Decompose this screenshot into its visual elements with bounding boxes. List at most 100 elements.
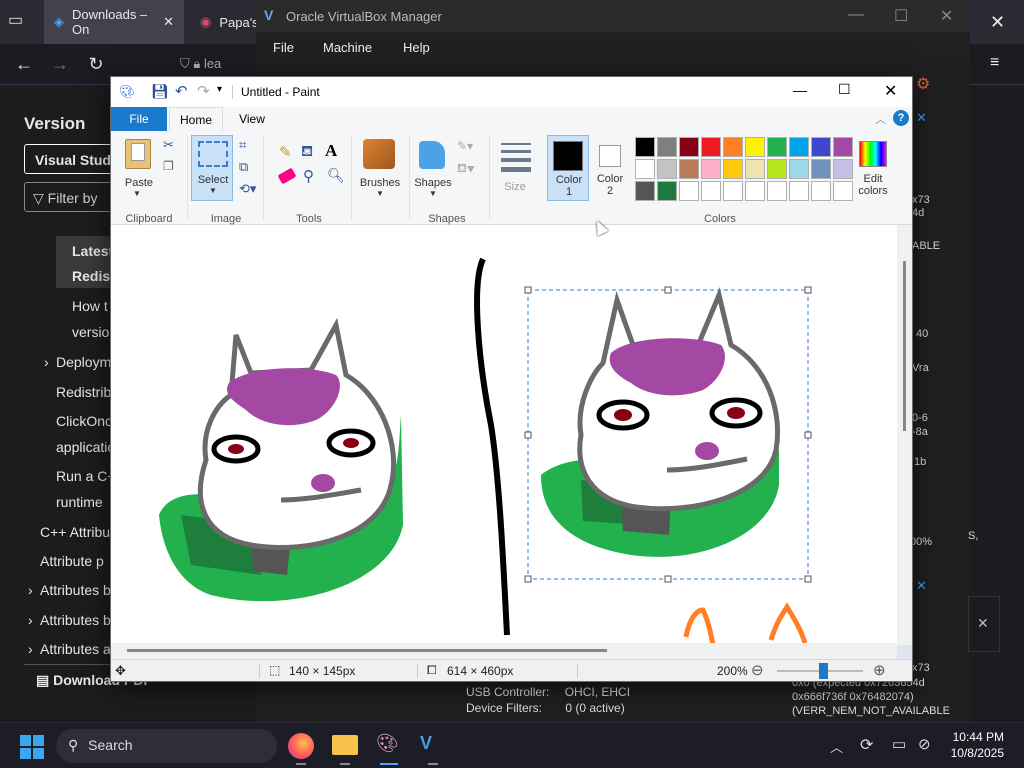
drawing-canvas[interactable] (111, 225, 897, 659)
palette-swatch[interactable] (767, 159, 787, 179)
start-button[interactable] (20, 735, 44, 759)
paint-taskbar-icon[interactable]: 🎨︎ (376, 733, 402, 759)
scroll-thumb[interactable] (903, 261, 906, 431)
scroll-thumb[interactable] (127, 649, 607, 652)
pencil-icon[interactable]: ✎ (279, 143, 292, 161)
color-picker-icon[interactable]: ⚲ (303, 167, 314, 185)
nav-item[interactable]: Attributes b (40, 612, 111, 628)
palette-swatch[interactable] (679, 159, 699, 179)
save-icon[interactable]: 💾︎ (151, 83, 169, 100)
palette-swatch[interactable] (833, 137, 853, 157)
palette-swatch[interactable] (701, 159, 721, 179)
palette-swatch[interactable] (767, 181, 787, 201)
minimize-icon[interactable]: — (793, 82, 807, 98)
close-details-icon[interactable]: ✕ (916, 578, 927, 594)
nav-item[interactable]: Attributes a (40, 641, 111, 657)
palette-swatch[interactable] (657, 137, 677, 157)
nav-item[interactable]: Attributes b (40, 582, 111, 598)
palette-swatch[interactable] (811, 159, 831, 179)
horizontal-scrollbar[interactable] (111, 643, 897, 659)
chevron-right-icon[interactable]: › (28, 641, 33, 657)
palette-swatch[interactable] (635, 159, 655, 179)
menu-icon[interactable]: ≡ (990, 54, 999, 72)
tab-home[interactable]: Home (169, 107, 223, 132)
maximize-icon[interactable]: ☐ (894, 6, 908, 26)
chevron-right-icon[interactable]: › (28, 612, 33, 628)
resize-icon[interactable]: ⧉ (239, 159, 248, 175)
palette-swatch[interactable] (745, 137, 765, 157)
nav-item[interactable]: applicatio (56, 439, 115, 455)
zoom-slider-thumb[interactable] (819, 663, 828, 679)
palette-swatch[interactable] (767, 137, 787, 157)
text-icon[interactable]: A (325, 141, 337, 161)
reload-icon[interactable]: ↻ (80, 48, 112, 80)
close-icon[interactable]: ✕ (884, 81, 897, 101)
palette-swatch[interactable] (723, 181, 743, 201)
palette-swatch[interactable] (679, 181, 699, 201)
edit-colors-button[interactable]: Edit colors (853, 135, 893, 201)
zoom-in-icon[interactable]: ⊕ (873, 661, 886, 679)
vertical-scrollbar[interactable] (897, 225, 912, 645)
fill-shape-icon[interactable]: ⛾▾ (457, 161, 475, 177)
palette-swatch[interactable] (745, 159, 765, 179)
paste-button[interactable]: Paste ▼ (119, 135, 155, 205)
tray-chevron-icon[interactable]: ︿ (830, 737, 843, 756)
menu-file[interactable]: File (273, 40, 294, 55)
cut-icon[interactable]: ✂ (163, 137, 174, 153)
palette-swatch[interactable] (635, 137, 655, 157)
firefox-icon[interactable] (288, 733, 314, 759)
palette-swatch[interactable] (723, 137, 743, 157)
palette-swatch[interactable] (679, 137, 699, 157)
close-details-icon[interactable]: ✕ (916, 110, 927, 126)
help-icon[interactable]: ? (893, 110, 909, 126)
close-icon[interactable]: ✕ (163, 14, 174, 30)
magnifier-icon[interactable]: 🔍︎ (327, 167, 345, 184)
palette-swatch[interactable] (635, 181, 655, 201)
crop-icon[interactable]: ⌗ (239, 137, 246, 153)
nav-item[interactable]: C++ Attribu (40, 524, 110, 540)
color2-button[interactable]: Color 2 (591, 135, 629, 201)
nav-item[interactable]: Run a C+ (56, 468, 116, 484)
palette-swatch[interactable] (789, 137, 809, 157)
select-button[interactable]: Select ▼ (191, 135, 233, 201)
palette-swatch[interactable] (701, 181, 721, 201)
address-bar[interactable]: ⛉ 🔒︎ lea (176, 50, 256, 78)
palette-swatch[interactable] (657, 159, 677, 179)
forward-icon[interactable]: → (44, 48, 76, 80)
copy-icon[interactable]: ❐ (163, 159, 174, 173)
nav-item[interactable]: Redist (72, 268, 115, 284)
palette-swatch[interactable] (789, 159, 809, 179)
redo-icon[interactable]: ↷ (197, 82, 210, 100)
chevron-right-icon[interactable]: › (44, 354, 49, 370)
palette-swatch[interactable] (811, 137, 831, 157)
tab-file[interactable]: File (111, 107, 167, 131)
palette-swatch[interactable] (811, 181, 831, 201)
palette-swatch[interactable] (789, 181, 809, 201)
scrollbar[interactable] (970, 120, 998, 500)
taskbar-search[interactable]: ⚲ Search (56, 729, 277, 763)
tab-overview-icon[interactable]: ▭ (8, 10, 32, 34)
rotate-icon[interactable]: ⟲▾ (239, 181, 256, 197)
tab-downloads[interactable]: ◈ Downloads – On ✕ (44, 0, 184, 44)
nav-item[interactable]: How t (72, 298, 108, 314)
outline-icon[interactable]: ✎▾ (457, 139, 473, 153)
filter-input[interactable]: ▽ Filter by (24, 182, 124, 212)
zoom-out-icon[interactable]: ⊖ (751, 661, 764, 679)
undo-icon[interactable]: ↶ (175, 82, 188, 100)
sync-icon[interactable]: ⟳ (860, 735, 873, 755)
palette-swatch[interactable] (723, 159, 743, 179)
size-button[interactable]: Size (495, 135, 535, 201)
clock[interactable]: 10:44 PM 10/8/2025 (944, 729, 1004, 761)
zoom-slider[interactable] (777, 663, 863, 679)
network-off-icon[interactable]: ⊘ (918, 735, 931, 753)
color1-button[interactable]: Color 1 (547, 135, 589, 201)
tab-view[interactable]: View (231, 107, 273, 131)
version-select[interactable]: Visual Studi (24, 144, 124, 174)
customize-qat-icon[interactable]: ▾ (217, 84, 222, 95)
palette-swatch[interactable] (833, 181, 853, 201)
fill-icon[interactable]: ⛾ (301, 143, 313, 162)
maximize-icon[interactable]: ☐ (838, 81, 851, 98)
palette-swatch[interactable] (657, 181, 677, 201)
shapes-button[interactable]: Shapes ▼ (411, 135, 455, 201)
nav-item[interactable]: Attribute p (40, 553, 104, 569)
